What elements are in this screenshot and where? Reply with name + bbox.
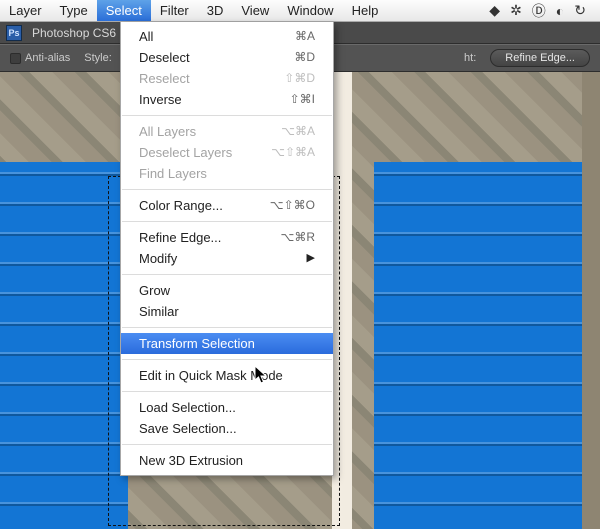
mac-menu-bar: Layer Type Select Filter 3D View Window … [0, 0, 600, 22]
menu-window[interactable]: Window [278, 0, 342, 21]
menuitem-label: All [139, 28, 153, 45]
ht-label: ht: [464, 52, 476, 64]
menuitem-shortcut: ⇧⌘D [272, 70, 315, 87]
menuitem-label: Deselect Layers [139, 144, 232, 161]
photoshop-logo-icon [6, 25, 22, 41]
menuitem-grow[interactable]: Grow [121, 280, 333, 301]
menuitem-label: Inverse [139, 91, 182, 108]
menuitem-load-selection[interactable]: Load Selection... [121, 397, 333, 418]
anti-alias-label: Anti-alias [25, 52, 70, 64]
menuitem-shortcut: ⌥⌘R [269, 229, 316, 246]
menuitem-similar[interactable]: Similar [121, 301, 333, 322]
sync-icon[interactable]: ↻ [574, 2, 586, 19]
menuitem-reselect: Reselect ⇧⌘D [121, 68, 333, 89]
menuitem-label: Refine Edge... [139, 229, 221, 246]
refine-edge-button[interactable]: Refine Edge... [490, 49, 590, 67]
menuitem-shortcut: ⌥⇧⌘O [258, 197, 315, 214]
menuitem-deselect[interactable]: Deselect ⌘D [121, 47, 333, 68]
menuitem-new-3d-extrusion[interactable]: New 3D Extrusion [121, 450, 333, 471]
menu-layer[interactable]: Layer [0, 0, 51, 21]
menuitem-find-layers: Find Layers [121, 163, 333, 184]
menuitem-all-layers: All Layers ⌥⌘A [121, 121, 333, 142]
submenu-arrow-icon: ▶ [307, 250, 315, 267]
menuitem-refine-edge[interactable]: Refine Edge... ⌥⌘R [121, 227, 333, 248]
anti-alias-checkbox[interactable]: Anti-alias [10, 52, 70, 64]
menu-3d[interactable]: 3D [198, 0, 233, 21]
menu-view[interactable]: View [232, 0, 278, 21]
checkbox-icon [10, 53, 21, 64]
menuitem-modify[interactable]: Modify ▶ [121, 248, 333, 269]
menuitem-color-range[interactable]: Color Range... ⌥⇧⌘O [121, 195, 333, 216]
menu-filter[interactable]: Filter [151, 0, 198, 21]
menuitem-label: Edit in Quick Mask Mode [139, 367, 283, 384]
menuitem-transform-selection[interactable]: Transform Selection [121, 333, 333, 354]
menuitem-edit-quick-mask[interactable]: Edit in Quick Mask Mode [121, 365, 333, 386]
menuitem-label: Grow [139, 282, 170, 299]
menuitem-shortcut: ⇧⌘I [278, 91, 315, 108]
menuitem-label: Deselect [139, 49, 190, 66]
menuitem-label: Transform Selection [139, 335, 255, 352]
menu-help[interactable]: Help [343, 0, 388, 21]
select-menu-dropdown: All ⌘A Deselect ⌘D Reselect ⇧⌘D Inverse … [120, 22, 334, 476]
menuitem-shortcut: ⌥⇧⌘A [259, 144, 315, 161]
menu-select[interactable]: Select [97, 0, 151, 21]
style-label: Style: [84, 52, 112, 64]
menuitem-inverse[interactable]: Inverse ⇧⌘I [121, 89, 333, 110]
menuitem-label: Find Layers [139, 165, 207, 182]
creative-cloud-icon[interactable]: ◐ [556, 3, 564, 19]
menuitem-label: Similar [139, 303, 179, 320]
menuitem-label: Modify [139, 250, 177, 267]
menuitem-all[interactable]: All ⌘A [121, 26, 333, 47]
menuitem-label: Save Selection... [139, 420, 237, 437]
menuitem-shortcut: ⌘D [282, 49, 315, 66]
menuitem-shortcut: ⌘A [283, 28, 315, 45]
menuitem-deselect-layers: Deselect Layers ⌥⇧⌘A [121, 142, 333, 163]
develop-icon[interactable]: Ⓓ [532, 1, 546, 21]
menuitem-label: New 3D Extrusion [139, 452, 243, 469]
menuitem-shortcut: ⌥⌘A [269, 123, 315, 140]
menuitem-save-selection[interactable]: Save Selection... [121, 418, 333, 439]
gdrive-icon[interactable]: ◆ [489, 2, 500, 19]
menuitem-label: Reselect [139, 70, 190, 87]
menuitem-label: Load Selection... [139, 399, 236, 416]
app-title: Photoshop CS6 [32, 26, 116, 40]
menu-type[interactable]: Type [51, 0, 97, 21]
menuitem-label: Color Range... [139, 197, 223, 214]
skitch-icon[interactable]: ✲ [510, 2, 522, 19]
menuitem-label: All Layers [139, 123, 196, 140]
